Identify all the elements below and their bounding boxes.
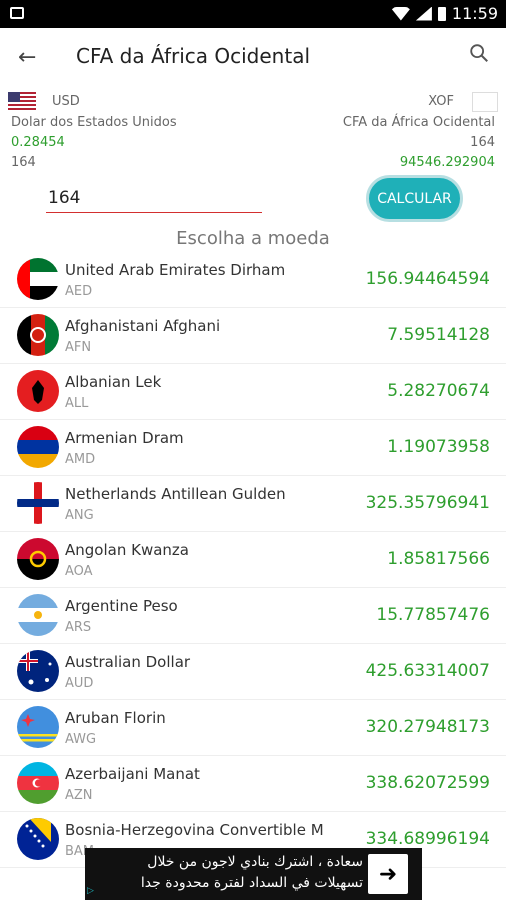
- currency-value: 425.63314007: [365, 661, 490, 681]
- currency-name: Netherlands Antillean Gulden: [65, 485, 286, 503]
- currency-name: Aruban Florin: [65, 709, 166, 727]
- argentina-flag-icon: [17, 594, 59, 636]
- bosnia-flag-icon: [17, 818, 59, 860]
- currency-row-all[interactable]: Albanian Lek ALL 5.28270674: [0, 364, 506, 420]
- albania-flag-icon: [17, 370, 59, 412]
- ad-text-line1: سعادة ، اشترك بنادي لاجون من خلال: [147, 854, 363, 870]
- amount-input[interactable]: [46, 183, 262, 213]
- currency-code: AUD: [65, 676, 94, 691]
- to-amount: 164: [470, 135, 495, 150]
- currency-row-aoa[interactable]: Angolan Kwanza AOA 1.85817566: [0, 532, 506, 588]
- currency-row-azn[interactable]: Azerbaijani Manat AZN 338.62072599: [0, 756, 506, 812]
- xof-flag-icon: [472, 92, 498, 112]
- back-arrow-icon[interactable]: ←: [18, 45, 36, 70]
- currency-row-ang[interactable]: Netherlands Antillean Gulden ANG 325.357…: [0, 476, 506, 532]
- currency-name: Armenian Dram: [65, 429, 184, 447]
- currency-value: 320.27948173: [365, 717, 490, 737]
- signal-icon: [415, 6, 432, 21]
- from-currency-name: Dolar dos Estados Unidos: [11, 115, 177, 130]
- armenia-flag-icon: [17, 426, 59, 468]
- status-bar: 11:59: [0, 0, 506, 28]
- currency-code: ALL: [65, 396, 89, 411]
- adchoices-icon[interactable]: ▷: [87, 886, 99, 898]
- currency-value: 325.35796941: [365, 493, 490, 513]
- uae-flag-icon: [17, 258, 59, 300]
- choose-currency-label: Escolha a moeda: [176, 228, 330, 249]
- app-toolbar: ← CFA da África Ocidental: [0, 28, 506, 86]
- currency-name: Bosnia-Herzegovina Convertible M: [65, 821, 324, 839]
- currency-code: AMD: [65, 452, 96, 467]
- currency-name: United Arab Emirates Dirham: [65, 261, 286, 279]
- currency-code: AOA: [65, 564, 93, 579]
- currency-row-amd[interactable]: Armenian Dram AMD 1.19073958: [0, 420, 506, 476]
- from-rate: 0.28454: [11, 135, 65, 150]
- us-flag-icon: [8, 92, 36, 110]
- to-currency-name: CFA da África Ocidental: [342, 115, 495, 130]
- aruba-flag-icon: [17, 706, 59, 748]
- currency-value: 156.94464594: [365, 269, 490, 289]
- status-icons: 11:59: [391, 4, 498, 23]
- currency-list: United Arab Emirates Dirham AED 156.9446…: [0, 252, 506, 868]
- search-icon[interactable]: [468, 42, 490, 64]
- gallery-notification-icon: [10, 7, 24, 19]
- currency-name: Afghanistani Afghani: [65, 317, 221, 335]
- calculate-button[interactable]: CALCULAR: [366, 175, 463, 222]
- currency-value: 7.59514128: [387, 325, 490, 345]
- currency-name: Albanian Lek: [65, 373, 162, 391]
- currency-name: Angolan Kwanza: [65, 541, 189, 559]
- currency-code: ARS: [65, 620, 92, 635]
- afghanistan-flag-icon: [17, 314, 59, 356]
- currency-code: AED: [65, 284, 93, 299]
- from-currency-code: USD: [52, 94, 80, 109]
- currency-code: AFN: [65, 340, 92, 355]
- currency-code: AZN: [65, 788, 93, 803]
- currency-row-awg[interactable]: Aruban Florin AWG 320.27948173: [0, 700, 506, 756]
- currency-value: 1.19073958: [387, 437, 490, 457]
- currency-code: AWG: [65, 732, 97, 747]
- currency-code: ANG: [65, 508, 94, 523]
- australia-flag-icon: [17, 650, 59, 692]
- to-result: 94546.292904: [399, 155, 495, 170]
- wifi-icon: [391, 6, 410, 21]
- currency-value: 338.62072599: [365, 773, 490, 793]
- angola-flag-icon: [17, 538, 59, 580]
- from-amount: 164: [11, 155, 36, 170]
- ad-arrow-icon[interactable]: ➜: [368, 854, 408, 894]
- currency-name: Azerbaijani Manat: [65, 765, 200, 783]
- currency-name: Argentine Peso: [65, 597, 178, 615]
- currency-row-ars[interactable]: Argentine Peso ARS 15.77857476: [0, 588, 506, 644]
- currency-row-aed[interactable]: United Arab Emirates Dirham AED 156.9446…: [0, 252, 506, 308]
- netherlands-antilles-flag-icon: [17, 482, 59, 524]
- conversion-summary: USD Dolar dos Estados Unidos 0.28454 164…: [0, 90, 506, 172]
- to-currency-code: XOF: [428, 94, 454, 109]
- status-time: 11:59: [451, 4, 498, 23]
- currency-row-aud[interactable]: Australian Dollar AUD 425.63314007: [0, 644, 506, 700]
- ad-text: سعادة ، اشترك بنادي لاجون من خلال تسهيلا…: [93, 852, 363, 894]
- currency-value: 5.28270674: [387, 381, 490, 401]
- azerbaijan-flag-icon: [17, 762, 59, 804]
- battery-icon: [437, 6, 446, 21]
- currency-value: 1.85817566: [387, 549, 490, 569]
- currency-value: 334.68996194: [365, 829, 490, 849]
- currency-value: 15.77857476: [376, 605, 490, 625]
- page-title: CFA da África Ocidental: [76, 44, 311, 68]
- ad-text-line2: تسهيلات في السداد لفترة محدودة جدا: [140, 875, 363, 891]
- currency-row-afn[interactable]: Afghanistani Afghani AFN 7.59514128: [0, 308, 506, 364]
- currency-name: Australian Dollar: [65, 653, 191, 671]
- ad-banner[interactable]: سعادة ، اشترك بنادي لاجون من خلال تسهيلا…: [85, 848, 422, 900]
